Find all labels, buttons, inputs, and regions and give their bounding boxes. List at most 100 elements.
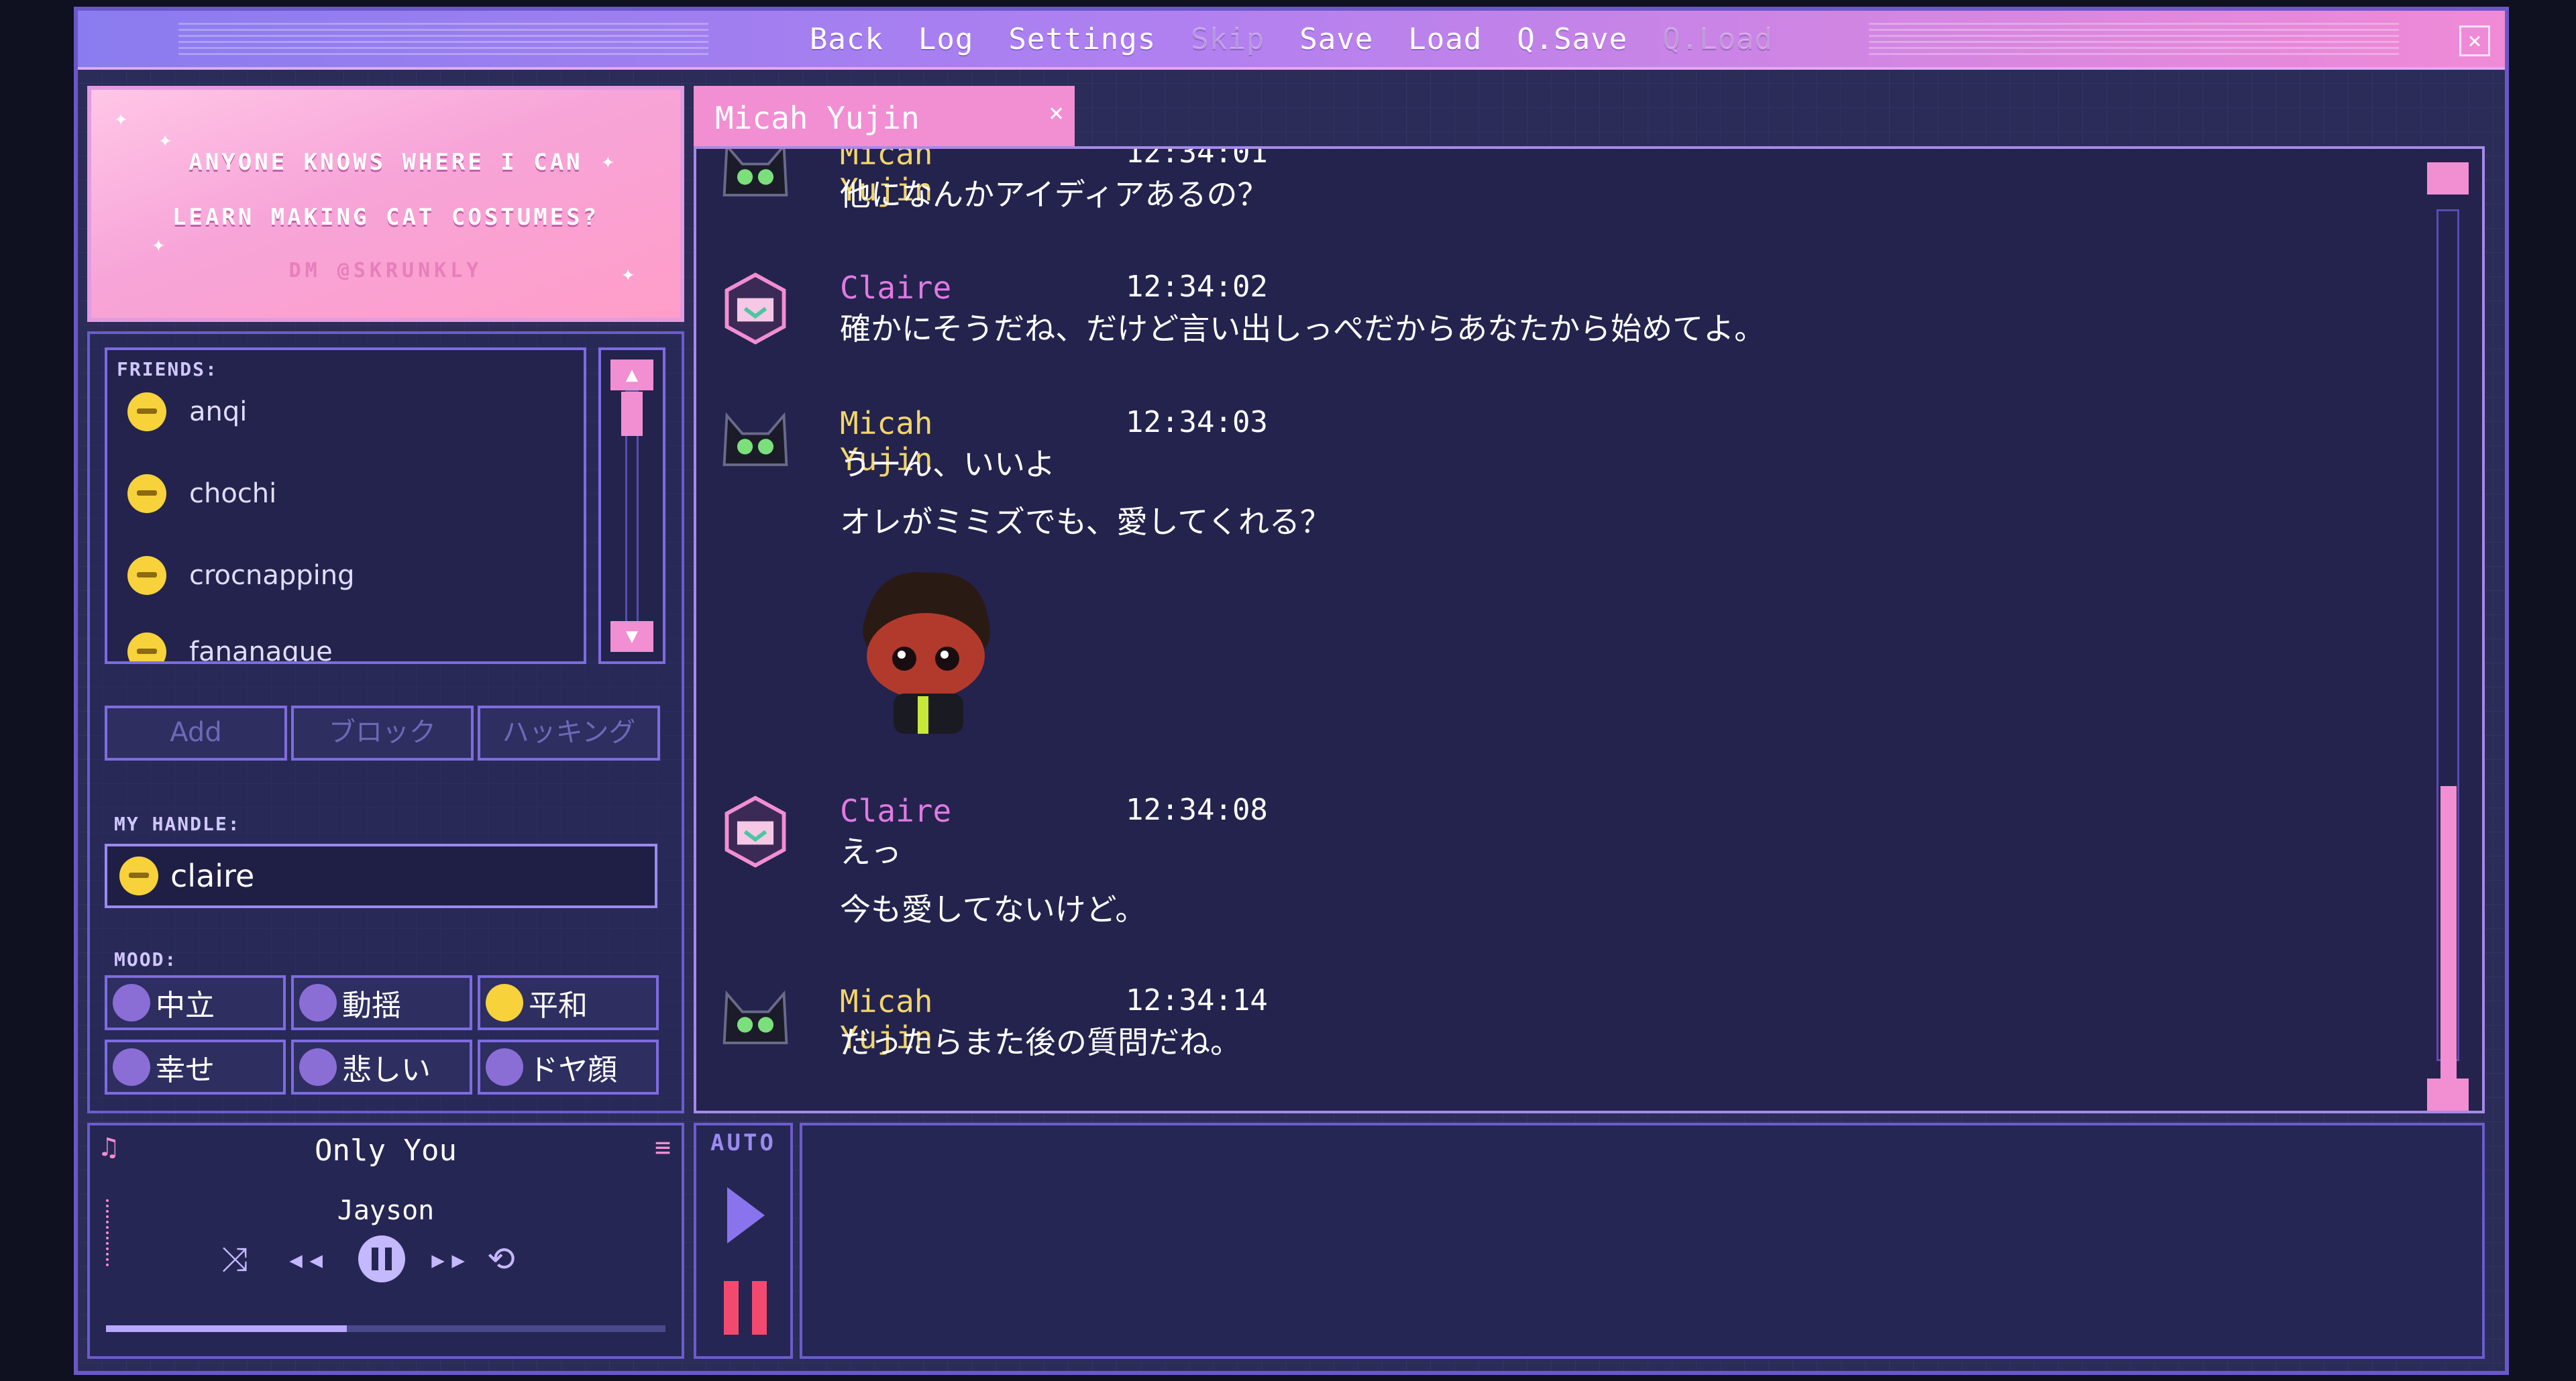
song-artist: Jayson [337, 1195, 435, 1226]
menu-decoration-left [178, 23, 708, 58]
message-text: うーん、いいよ [840, 446, 1056, 482]
handle-field[interactable]: claire [105, 844, 657, 908]
mood-sad-button[interactable]: 悲しい [291, 1040, 472, 1095]
smiley-icon [119, 857, 158, 895]
friend-item[interactable]: chochi [127, 467, 276, 520]
pause-button[interactable] [358, 1235, 405, 1282]
friends-list: FRIENDS: anqi chochi crocnapping fananaq… [105, 347, 586, 664]
menu-skip[interactable]: Skip [1191, 22, 1265, 56]
friend-name: chochi [189, 478, 277, 509]
mood-smug-button[interactable]: ドヤ顔 [478, 1040, 659, 1095]
message-time: 12:34:08 [1126, 793, 1268, 827]
mood-face-icon [299, 1048, 337, 1086]
game-window: Back Log Settings Skip Save Load Q.Save … [74, 7, 2509, 1375]
sparkle-icon: ✦ [152, 231, 166, 258]
previous-icon[interactable]: ◂◂ [286, 1239, 326, 1278]
pause-icon[interactable] [720, 1281, 770, 1335]
menu-items: Back Log Settings Skip Save Load Q.Save … [810, 22, 1773, 56]
window-close-button[interactable]: × [2459, 25, 2490, 56]
friend-name: crocnapping [189, 560, 355, 591]
message-time: 12:34:01 [1126, 146, 1268, 170]
cat-avatar-icon [722, 990, 788, 1044]
hack-button[interactable]: ハッキング [478, 706, 660, 761]
message-text: だったらまた後の質問だね。 [840, 1024, 1241, 1060]
friend-item[interactable]: fananaque [127, 625, 333, 664]
smiley-icon [127, 556, 166, 595]
scroll-thumb[interactable] [621, 392, 643, 436]
menu-bar: Back Log Settings Skip Save Load Q.Save … [78, 11, 2505, 70]
message-text: 今も愛してないけど。 [840, 891, 1146, 928]
mood-face-icon [486, 984, 523, 1021]
add-friend-button[interactable]: Add [105, 706, 287, 761]
menu-save[interactable]: Save [1299, 22, 1373, 56]
mood-face-icon [113, 1048, 150, 1086]
song-progress-fill [106, 1325, 347, 1332]
cat-avatar-icon [722, 412, 788, 466]
scroll-up-icon[interactable]: ▲ [610, 360, 653, 390]
song-progress[interactable] [106, 1325, 665, 1332]
repeat-icon[interactable]: ⟲ [487, 1239, 515, 1278]
mood-face-icon [299, 984, 337, 1021]
menu-decoration-right [1869, 23, 2399, 58]
volume-icon[interactable] [106, 1199, 115, 1266]
mood-peaceful-button[interactable]: 平和 [478, 975, 659, 1030]
smiley-icon [127, 392, 166, 431]
mood-option-label: 中立 [156, 989, 215, 1023]
mood-option-label: 平和 [529, 989, 588, 1023]
menu-back[interactable]: Back [810, 22, 883, 56]
menu-quick-load[interactable]: Q.Load [1662, 22, 1773, 56]
scroll-down-icon[interactable] [2427, 1079, 2469, 1111]
friend-name: fananaque [189, 637, 333, 664]
auto-label: AUTO [710, 1129, 776, 1156]
handle-label: MY HANDLE: [114, 813, 241, 835]
music-player: ♫ ≡ Only You Jayson ⤨ ◂◂ ▸▸ ⟲ [87, 1123, 684, 1359]
mood-label: MOOD: [114, 948, 178, 971]
friends-title: FRIENDS: [117, 358, 218, 380]
message-input[interactable] [800, 1123, 2485, 1359]
ad-subtext: DM @SKRUNKLY [288, 259, 483, 282]
menu-settings[interactable]: Settings [1008, 22, 1156, 56]
scroll-up-icon[interactable] [2427, 162, 2469, 195]
friends-scrollbar[interactable]: ▲ ▼ [598, 347, 665, 664]
chat-scrollbar[interactable] [2427, 162, 2469, 1111]
mood-neutral-button[interactable]: 中立 [105, 975, 286, 1030]
robot-avatar-icon [724, 272, 786, 345]
next-icon[interactable]: ▸▸ [428, 1239, 468, 1278]
friend-name: anqi [189, 396, 248, 427]
mood-happy-button[interactable]: 幸せ [105, 1040, 286, 1095]
friend-item[interactable]: anqi [127, 385, 247, 439]
message-text: えっ [840, 834, 902, 870]
mood-option-label: 幸せ [156, 1053, 215, 1087]
smiley-icon [127, 632, 166, 661]
ad-banner[interactable]: ✦ ✦ ✦ ✦ ✦ ANYONE KNOWS WHERE I CAN LEARN… [87, 86, 684, 322]
block-button[interactable]: ブロック [291, 706, 474, 761]
mood-option-label: 動揺 [342, 989, 401, 1023]
tab-close-icon[interactable]: × [1049, 98, 1064, 127]
tab-title: Micah Yujin [715, 100, 920, 136]
chat-log[interactable]: Micah Yujin 12:34:01 他になんかアイディアあるの？ Clai… [694, 146, 2485, 1113]
message-sender: Claire [840, 793, 952, 829]
message-time: 12:34:03 [1126, 405, 1268, 439]
cat-avatar-icon [722, 149, 788, 197]
sticker-image [863, 572, 990, 734]
song-title: Only You [315, 1134, 457, 1168]
scroll-thumb[interactable] [2440, 786, 2457, 1081]
friend-item[interactable]: crocnapping [127, 549, 355, 602]
message-text: 他になんかアイディアあるの？ [840, 176, 1269, 213]
robot-avatar-icon [724, 795, 786, 868]
ad-line-1: ANYONE KNOWS WHERE I CAN [189, 149, 583, 176]
mood-upset-button[interactable]: 動揺 [291, 975, 472, 1030]
menu-quick-save[interactable]: Q.Save [1517, 22, 1627, 56]
ad-line-2: LEARN MAKING CAT COSTUMES? [172, 204, 600, 231]
mood-option-label: ドヤ顔 [529, 1053, 617, 1087]
message-text: オレがミミズでも、愛してくれる？ [840, 504, 1331, 540]
play-icon[interactable] [727, 1187, 765, 1244]
menu-log[interactable]: Log [918, 22, 973, 56]
tab-micah-yujin[interactable]: Micah Yujin × [694, 86, 1075, 150]
sparkle-icon: ✦ [114, 105, 128, 131]
menu-load[interactable]: Load [1408, 22, 1482, 56]
message-sender: Claire [840, 270, 952, 306]
message-text: 確かにそうだね、だけど言い出しっぺだからあなたから始めてよ。 [840, 311, 1766, 347]
scroll-down-icon[interactable]: ▼ [610, 621, 653, 652]
shuffle-icon[interactable]: ⤨ [221, 1239, 248, 1279]
